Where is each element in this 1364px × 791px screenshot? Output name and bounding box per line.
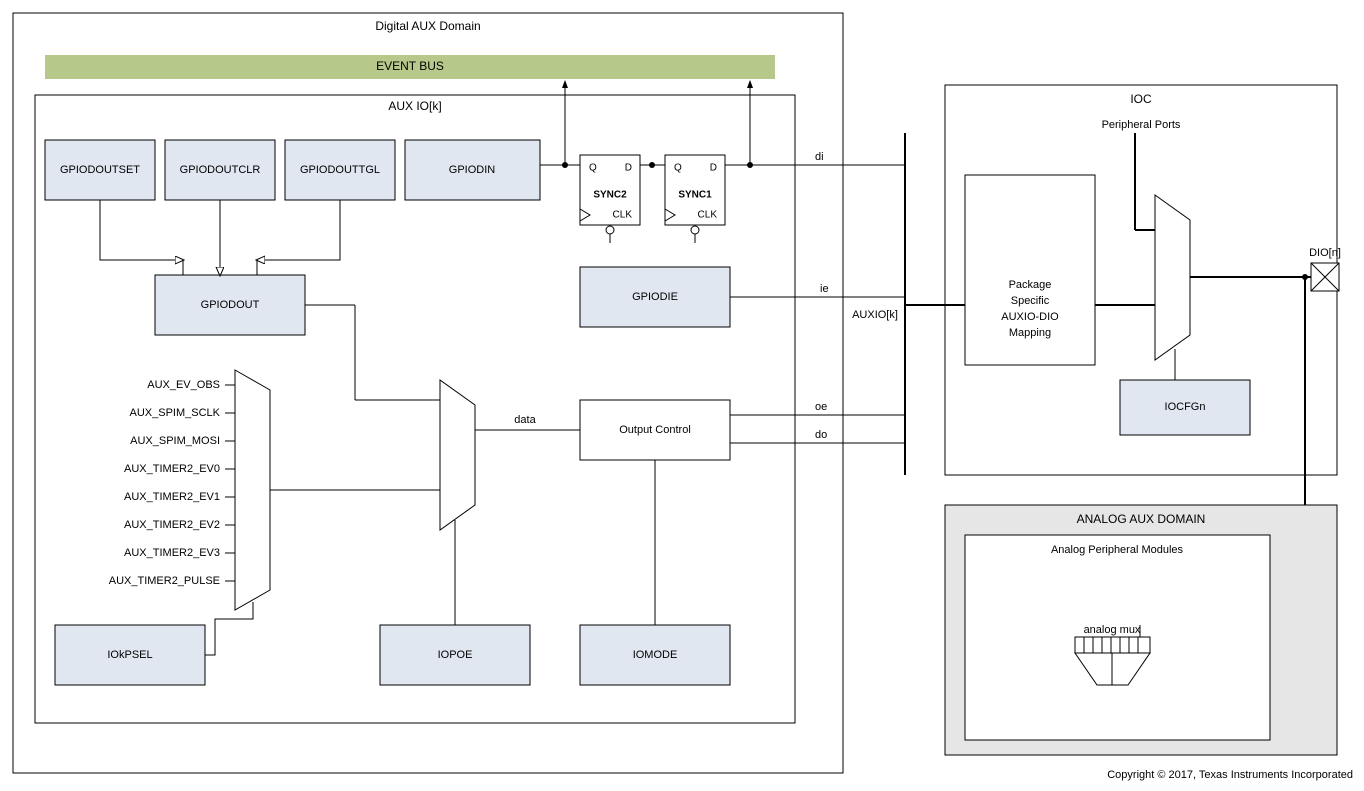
- svg-text:CLK: CLK: [613, 210, 633, 221]
- mapping-l4: Mapping: [1009, 327, 1051, 339]
- mapping-l2: Specific: [1011, 295, 1050, 307]
- analog-domain-title: ANALOG AUX DOMAIN: [1077, 512, 1206, 526]
- svg-text:D: D: [625, 163, 632, 174]
- event-bus-label: EVENT BUS: [376, 59, 444, 73]
- svg-text:Q: Q: [589, 163, 597, 174]
- mux-in-0: AUX_EV_OBS: [147, 379, 220, 391]
- gpiodouttgl-label: GPIODOUTTGL: [300, 164, 380, 176]
- sync1-ff: Q D SYNC1 CLK: [665, 155, 725, 243]
- mapping-l3: AUXIO-DIO: [1001, 311, 1059, 323]
- mux-in-3: AUX_TIMER2_EV0: [124, 463, 220, 475]
- di-label: di: [815, 151, 824, 163]
- arrow-set-dout: [100, 200, 183, 260]
- mux-in-1: AUX_SPIM_SCLK: [130, 407, 221, 419]
- analog-mux-label: analog mux: [1084, 624, 1141, 636]
- iokpsel-sel: [205, 602, 253, 655]
- sync2-ff: Q D SYNC2 CLK: [580, 155, 640, 243]
- middle-mux: [440, 380, 475, 530]
- svg-text:D: D: [710, 163, 717, 174]
- gpiodoutset-label: GPIODOUTSET: [60, 164, 140, 176]
- data-label: data: [514, 414, 536, 426]
- gpiodout-label: GPIODOUT: [201, 299, 260, 311]
- aux-io-title: AUX IO[k]: [388, 99, 441, 113]
- iomode-label: IOMODE: [633, 649, 678, 661]
- gpiodin-label: GPIODIN: [449, 164, 496, 176]
- auxio-label: AUXIO[k]: [852, 309, 898, 321]
- mux-in-4: AUX_TIMER2_EV1: [124, 491, 220, 503]
- do-label: do: [815, 429, 827, 441]
- svg-text:CLK: CLK: [698, 210, 718, 221]
- dio-label: DIO[n]: [1309, 247, 1341, 259]
- copyright: Copyright © 2017, Texas Instruments Inco…: [1107, 769, 1353, 781]
- iocfgn-label: IOCFGn: [1165, 401, 1206, 413]
- peripheral-ports-label: Peripheral Ports: [1102, 119, 1181, 131]
- mapping-l1: Package: [1009, 279, 1052, 291]
- left-mux: [235, 370, 270, 610]
- oe-label: oe: [815, 401, 827, 413]
- ioc-title: IOC: [1130, 92, 1152, 106]
- mux-in-5: AUX_TIMER2_EV2: [124, 519, 220, 531]
- iopoe-label: IOPOE: [438, 649, 473, 661]
- analog-mux-top: [1075, 637, 1150, 653]
- mux-in-6: AUX_TIMER2_EV3: [124, 547, 220, 559]
- arrow-tgl-dout: [257, 200, 340, 260]
- iokpsel-label: IOkPSEL: [107, 649, 152, 661]
- mux-in-2: AUX_SPIM_MOSI: [130, 435, 220, 447]
- ie-label: ie: [820, 283, 829, 295]
- gpiodoutclr-label: GPIODOUTCLR: [180, 164, 261, 176]
- gpiodie-label: GPIODIE: [632, 291, 678, 303]
- mux-inputs: AUX_EV_OBS AUX_SPIM_SCLK AUX_SPIM_MOSI A…: [109, 379, 235, 587]
- ioc-mux: [1155, 195, 1190, 360]
- svg-text:SYNC1: SYNC1: [678, 190, 712, 201]
- digital-domain-title: Digital AUX Domain: [375, 19, 480, 33]
- mux-in-7: AUX_TIMER2_PULSE: [109, 575, 220, 587]
- svg-text:SYNC2: SYNC2: [593, 190, 627, 201]
- analog-modules-title: Analog Peripheral Modules: [1051, 544, 1184, 556]
- svg-text:Q: Q: [674, 163, 682, 174]
- output-control-label: Output Control: [619, 424, 691, 436]
